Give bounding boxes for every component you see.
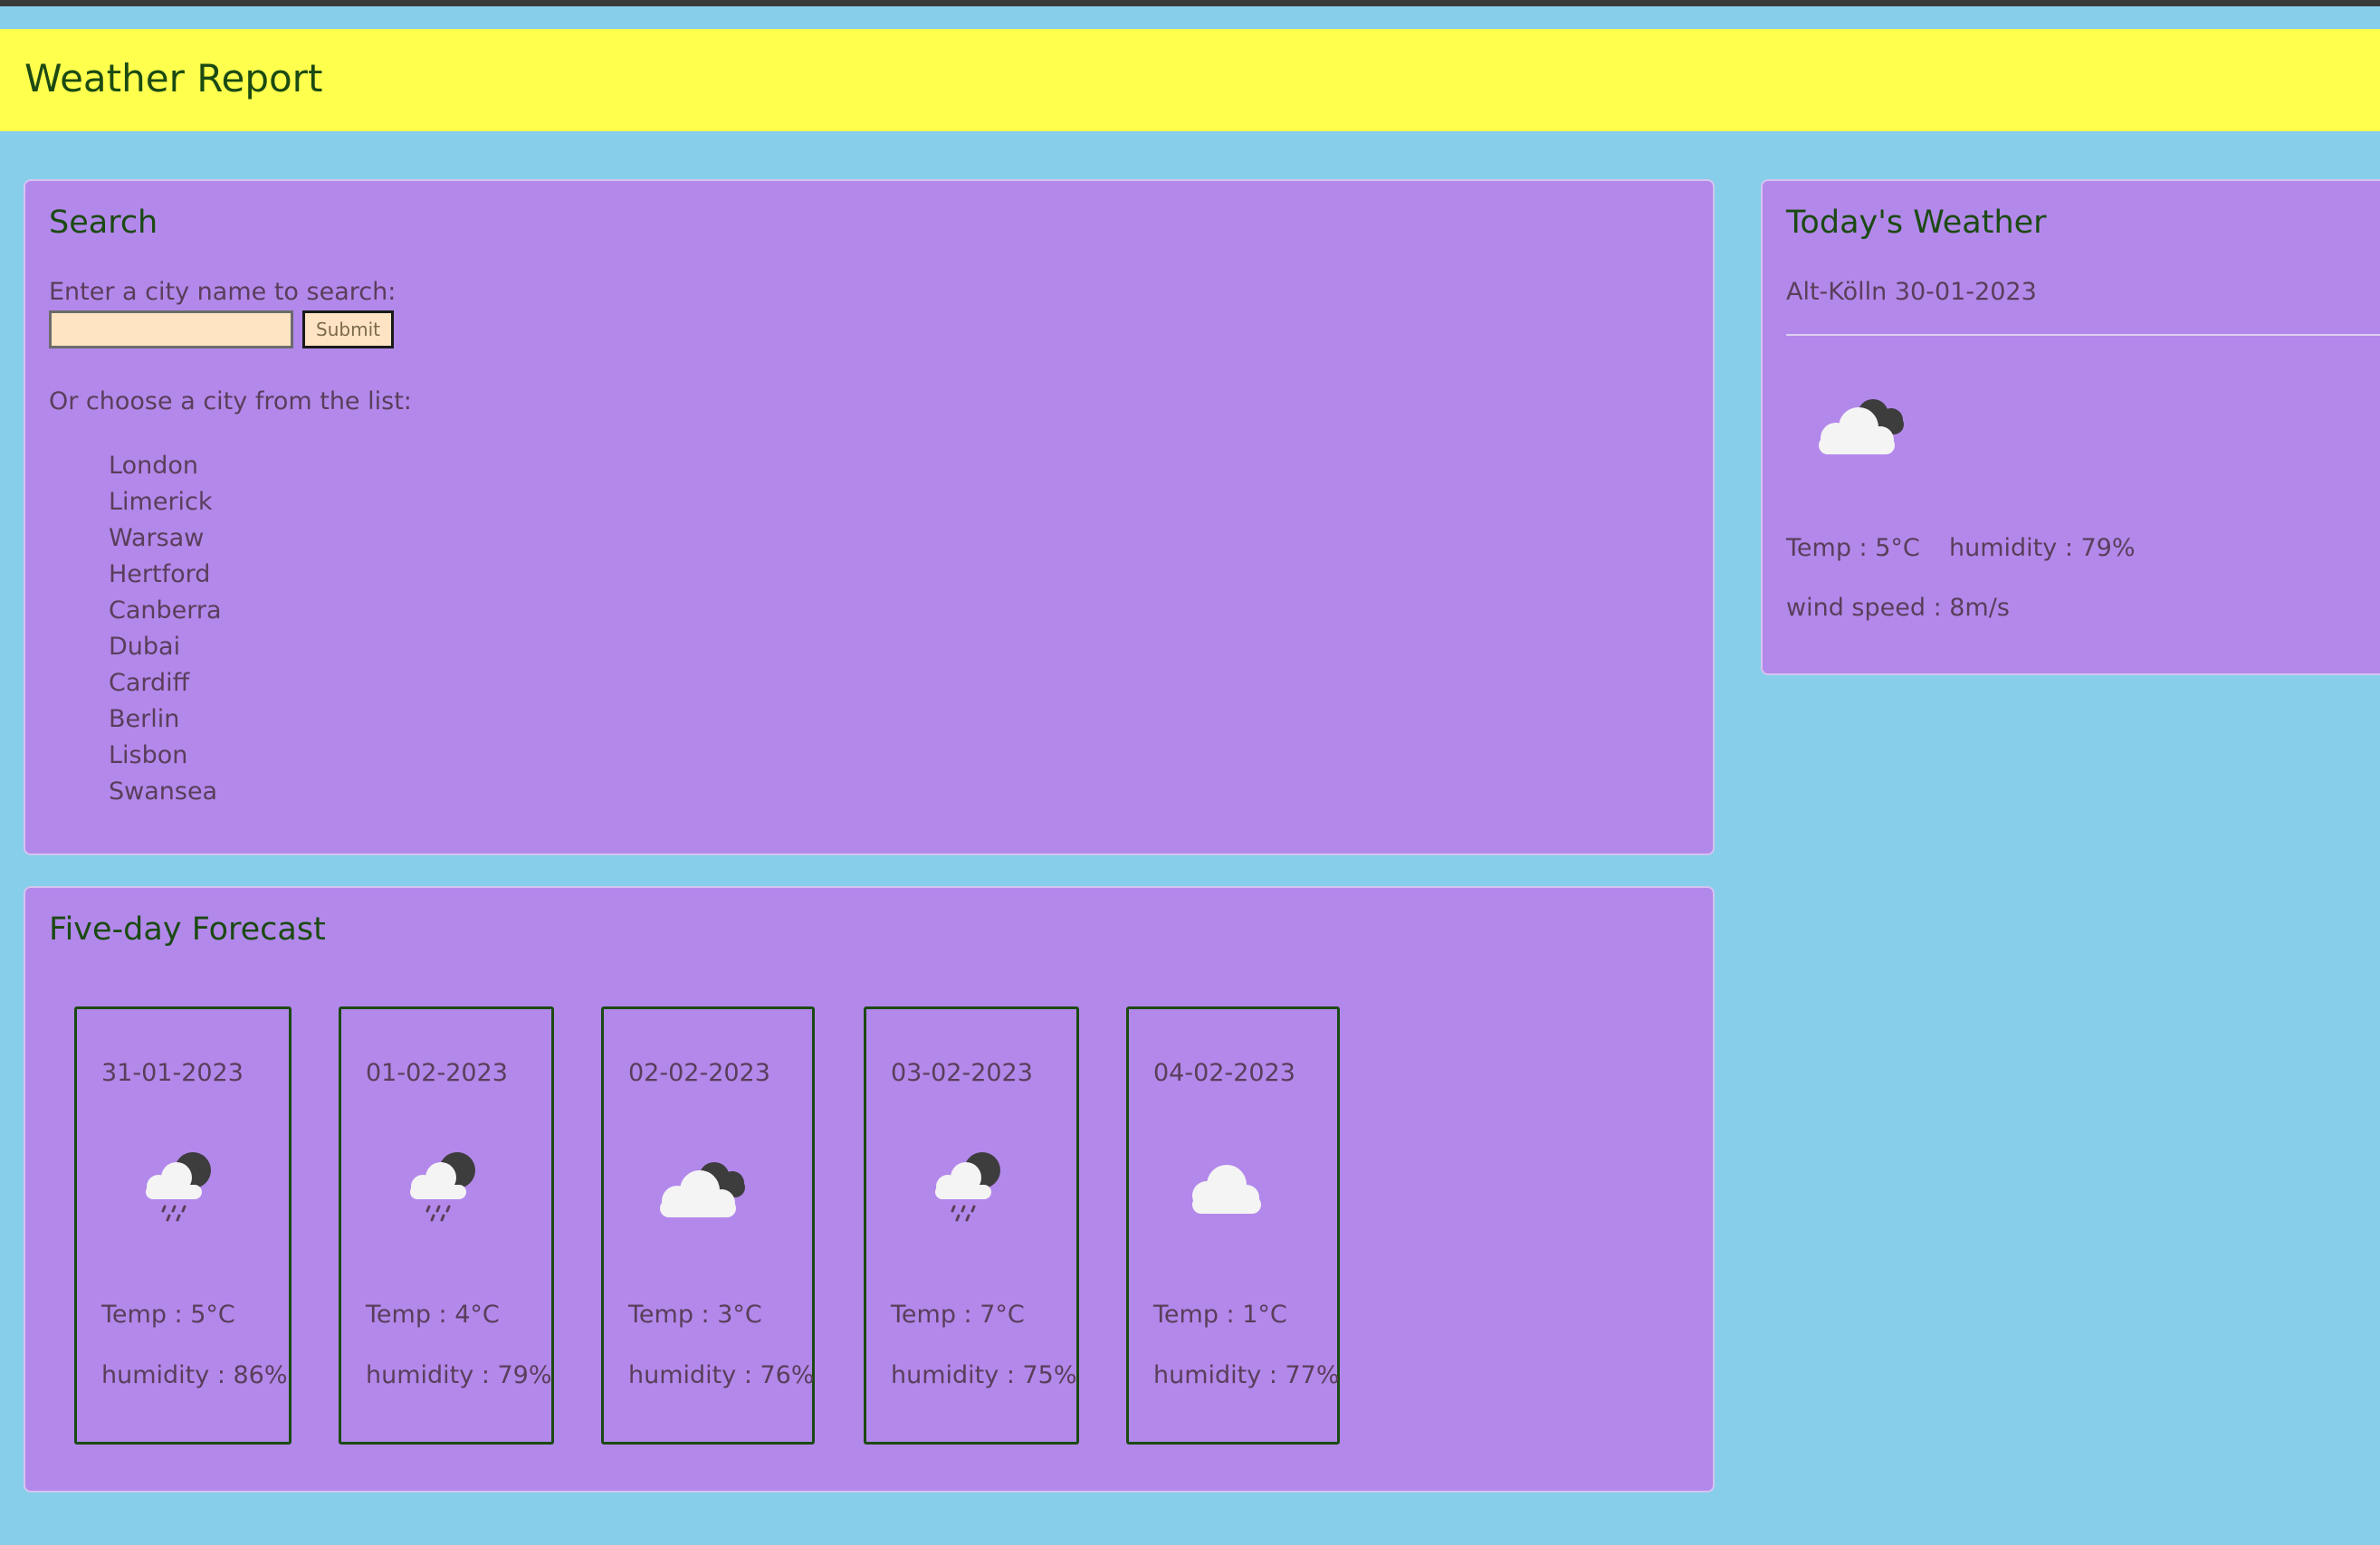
forecast-title: Five-day Forecast bbox=[49, 911, 326, 948]
forecast-humidity: humidity : 79% bbox=[366, 1361, 552, 1389]
city-item-lisbon[interactable]: Lisbon bbox=[109, 738, 222, 774]
forecast-card: 04-02-2023 Temp : 1°C humidity : 77% bbox=[1126, 1006, 1340, 1445]
cloud-moon-rain-icon bbox=[921, 1143, 1029, 1234]
forecast-humidity: humidity : 86% bbox=[101, 1361, 288, 1389]
cloud-moon-rain-icon bbox=[396, 1143, 504, 1234]
today-wind-speed: wind speed : 8m/s bbox=[1786, 594, 2010, 622]
city-item-swansea[interactable]: Swansea bbox=[109, 774, 222, 810]
city-item-limerick[interactable]: Limerick bbox=[109, 484, 222, 520]
city-list-prompt: Or choose a city from the list: bbox=[49, 387, 412, 415]
forecast-humidity: humidity : 75% bbox=[891, 1361, 1077, 1389]
forecast-card: 01-02-2023 Temp : 4°C humidity : 79% bbox=[339, 1006, 554, 1445]
page-title: Weather Report bbox=[24, 56, 323, 100]
city-item-hertford[interactable]: Hertford bbox=[109, 557, 222, 593]
city-item-warsaw[interactable]: Warsaw bbox=[109, 520, 222, 557]
submit-button[interactable]: Submit bbox=[302, 310, 394, 348]
city-item-berlin[interactable]: Berlin bbox=[109, 701, 222, 738]
forecast-date: 01-02-2023 bbox=[366, 1059, 508, 1087]
today-humidity: humidity : 79% bbox=[1949, 534, 2136, 562]
search-panel: Search Enter a city name to search: Subm… bbox=[24, 179, 1715, 855]
cloud-dark-clouds-icon bbox=[1804, 380, 1922, 471]
forecast-card: 31-01-2023 Temp : 5°C humidity : 86% bbox=[74, 1006, 292, 1445]
location-date: Alt-Kölln 30-01-2023 bbox=[1786, 278, 2037, 306]
forecast-date: 31-01-2023 bbox=[101, 1059, 244, 1087]
header-bar: Weather Report bbox=[0, 29, 2380, 131]
cloud-dark-clouds-icon bbox=[645, 1143, 754, 1234]
forecast-temp: Temp : 7°C bbox=[891, 1301, 1025, 1329]
city-list: London Limerick Warsaw Hertford Canberra… bbox=[109, 448, 222, 810]
forecast-humidity: humidity : 76% bbox=[628, 1361, 815, 1389]
city-item-canberra[interactable]: Canberra bbox=[109, 593, 222, 629]
todays-weather-title: Today's Weather bbox=[1786, 205, 2047, 241]
city-search-input[interactable] bbox=[49, 310, 293, 348]
divider bbox=[1786, 334, 2380, 336]
forecast-date: 03-02-2023 bbox=[891, 1059, 1033, 1087]
cloud-icon bbox=[1174, 1143, 1283, 1234]
forecast-temp: Temp : 5°C bbox=[101, 1301, 235, 1329]
forecast-card: 02-02-2023 Temp : 3°C humidity : 76% bbox=[601, 1006, 815, 1445]
search-title: Search bbox=[49, 205, 158, 241]
forecast-temp: Temp : 1°C bbox=[1153, 1301, 1287, 1329]
forecast-card: 03-02-2023 Temp : 7°C humidity : 75% bbox=[864, 1006, 1079, 1445]
todays-weather-panel: Today's Weather Alt-Kölln 30-01-2023 Tem… bbox=[1761, 179, 2380, 675]
forecast-temp: Temp : 4°C bbox=[366, 1301, 500, 1329]
top-border bbox=[0, 0, 2380, 6]
city-item-london[interactable]: London bbox=[109, 448, 222, 484]
forecast-date: 04-02-2023 bbox=[1153, 1059, 1295, 1087]
today-temp: Temp : 5°C bbox=[1786, 534, 1920, 562]
city-item-cardiff[interactable]: Cardiff bbox=[109, 665, 222, 701]
cloud-moon-rain-icon bbox=[131, 1143, 240, 1234]
forecast-date: 02-02-2023 bbox=[628, 1059, 770, 1087]
forecast-temp: Temp : 3°C bbox=[628, 1301, 762, 1329]
forecast-humidity: humidity : 77% bbox=[1153, 1361, 1340, 1389]
search-prompt: Enter a city name to search: bbox=[49, 278, 397, 306]
forecast-panel: Five-day Forecast 31-01-2023 Temp : 5°C … bbox=[24, 886, 1715, 1493]
city-item-dubai[interactable]: Dubai bbox=[109, 629, 222, 665]
